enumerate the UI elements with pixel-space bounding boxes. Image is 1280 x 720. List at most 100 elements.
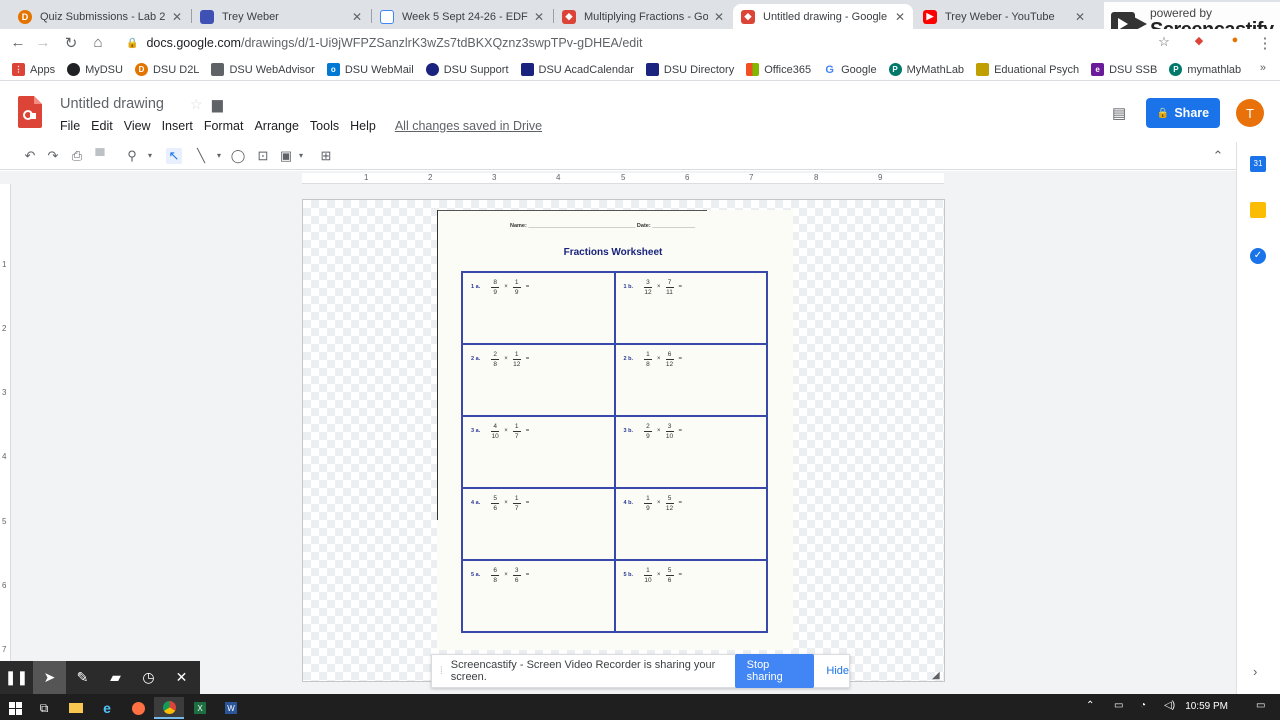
menu-arrange[interactable]: Arrange [254,119,298,133]
menu-edit[interactable]: Edit [91,119,113,133]
address-bar[interactable]: 🔒 docs.google.com/drawings/d/1-Ui9jWFPZS… [116,32,1156,54]
home-icon[interactable]: ⌂ [89,34,107,51]
shape-icon[interactable]: ◯ [230,148,246,164]
menu-file[interactable]: File [60,119,80,133]
google-drawings-logo-icon[interactable] [18,96,42,128]
star-icon[interactable]: ☆ [190,96,203,113]
select-icon[interactable]: ↖ [166,148,182,164]
comments-icon[interactable]: ▤ [1112,104,1126,122]
close-tab-icon[interactable]: ✕ [172,10,182,24]
pen-icon[interactable]: ✎ [66,661,99,694]
bookmark-item[interactable]: DSU AcadCalendar [520,63,634,76]
ruler-number: 7 [2,645,7,654]
denominator: 9 [514,288,519,296]
forward-icon[interactable]: → [34,34,52,51]
menu-view[interactable]: View [124,119,151,133]
expand-panel-icon[interactable]: › [1253,664,1257,679]
resize-handle-icon[interactable]: ◢ [932,670,940,681]
wifi-icon[interactable]: ◔ [1140,700,1146,711]
pause-icon[interactable]: ❚❚ [0,661,33,694]
bookmark-item[interactable]: MyDSU [67,63,123,76]
tasks-icon[interactable]: ✓ [1250,248,1266,264]
menu-format[interactable]: Format [204,119,244,133]
timer-icon[interactable]: ◷ [132,661,165,694]
zoom-icon[interactable]: ⚲ [124,148,140,164]
extension-icon[interactable]: ● [1226,34,1244,46]
text-box-icon[interactable]: ⊡ [255,148,271,164]
bookmark-item[interactable]: e DSU SSB [1091,63,1157,76]
tab-week-5[interactable]: Week 5 Sept 24-26 - EDFN_3 ✕ [372,4,552,29]
bookmark-item[interactable]: DSU Directory [645,63,734,76]
line-dropdown-icon[interactable]: ▾ [211,148,227,164]
bookmark-item[interactable]: o DSU WebMail [326,63,414,76]
tab-multiplying-fractions[interactable]: ◆ Multiplying Fractions - Goog ✕ [554,4,732,29]
tab-youtube[interactable]: ▶ Trey Weber - YouTube ✕ [915,4,1093,29]
line-icon[interactable]: ╲ [193,148,209,164]
bookmark-item[interactable]: Office365 [746,63,811,76]
drag-handle-icon[interactable]: ⁞ [440,666,443,677]
back-icon[interactable]: ← [9,34,27,51]
save-status-link[interactable]: All changes saved in Drive [395,119,542,133]
bookmark-item[interactable]: D DSU D2L [134,63,199,76]
calendar-icon[interactable]: 31 [1250,156,1266,172]
bookmark-item[interactable]: ⋮ Apps [12,63,55,76]
account-avatar[interactable]: T [1236,99,1264,127]
add-comment-icon[interactable]: ⊞ [318,148,334,164]
zoom-dropdown-icon[interactable]: ▾ [142,148,158,164]
cursor-icon[interactable]: ➤ [33,661,66,694]
bookmark-item[interactable]: G Google [823,63,877,76]
excel-icon[interactable]: X [185,697,215,719]
close-icon[interactable]: ✕ [165,661,198,694]
stop-sharing-button[interactable]: Stop sharing [734,654,815,688]
edge-icon[interactable]: e [92,697,122,719]
bookmark-item[interactable]: Eduational Psych [976,63,1079,76]
file-explorer-icon[interactable] [61,697,91,719]
bookmark-item[interactable]: P MyMathLab [888,63,964,76]
extension-icon[interactable]: ◆ [1190,34,1208,47]
eraser-icon[interactable]: ▰ [99,661,132,694]
folder-icon[interactable]: ▆ [212,96,223,113]
notifications-icon[interactable]: ▭ [1256,700,1265,711]
chrome-icon[interactable] [154,697,184,719]
undo-icon[interactable]: ↶ [22,148,38,164]
fraction-problem: 5 b. 1 10 × 5 6 = [624,567,685,584]
task-view-icon[interactable]: ⧉ [29,697,59,719]
bookmark-star-icon[interactable]: ☆ [1155,34,1173,50]
bookmark-item[interactable]: DSU WebAdvisor [211,63,315,76]
print-icon[interactable]: ⎙ [69,148,85,164]
bookmarks-overflow-icon[interactable]: » [1260,62,1266,74]
reload-icon[interactable]: ↻ [62,34,80,52]
windows-start-icon[interactable] [0,697,30,719]
paint-format-icon[interactable]: ▀ [92,148,108,164]
screen-sharing-bar: ⁞ Screencastify - Screen Video Recorder … [431,654,850,688]
close-tab-icon[interactable]: ✕ [1075,10,1085,24]
tab-trey-weber[interactable]: Trey Weber ✕ [192,4,370,29]
menu-kebab-icon[interactable]: ⋮ [1256,34,1274,52]
menu-insert[interactable]: Insert [162,119,193,133]
firefox-icon[interactable] [123,697,153,719]
menu-tools[interactable]: Tools [310,119,339,133]
image-dropdown-icon[interactable]: ▾ [293,148,309,164]
tab-quiz-submissions[interactable]: D Quiz Submissions - Lab 2 Into ✕ [10,4,190,29]
hide-button[interactable]: Hide [826,665,849,677]
network-icon[interactable]: ▭ [1114,700,1123,711]
document-title[interactable]: Untitled drawing [60,96,164,112]
taskbar-clock[interactable]: 10:59 PM [1185,701,1228,712]
redo-icon[interactable]: ↷ [45,148,61,164]
volume-icon[interactable]: ◁) [1164,700,1175,711]
collapse-toolbar-icon[interactable]: ⌃ [1210,148,1226,164]
bookmark-item[interactable]: Pmymathlab [1169,63,1241,76]
word-icon[interactable]: W [216,697,246,719]
bookmark-item[interactable]: DSU Support [425,63,509,76]
fraction-problem: 1 a. 8 9 × 1 9 = [471,279,531,296]
share-button[interactable]: 🔒 Share [1146,98,1220,128]
keep-icon[interactable] [1250,202,1266,218]
close-tab-icon[interactable]: ✕ [895,10,905,24]
menu-help[interactable]: Help [350,119,376,133]
image-icon[interactable]: ▣ [278,148,294,164]
tray-chevron-icon[interactable]: ⌃ [1086,700,1094,711]
close-tab-icon[interactable]: ✕ [352,10,362,24]
close-tab-icon[interactable]: ✕ [534,10,544,24]
close-tab-icon[interactable]: ✕ [714,10,724,24]
tab-untitled-drawing[interactable]: ◆ Untitled drawing - Google Dr ✕ [733,4,913,29]
